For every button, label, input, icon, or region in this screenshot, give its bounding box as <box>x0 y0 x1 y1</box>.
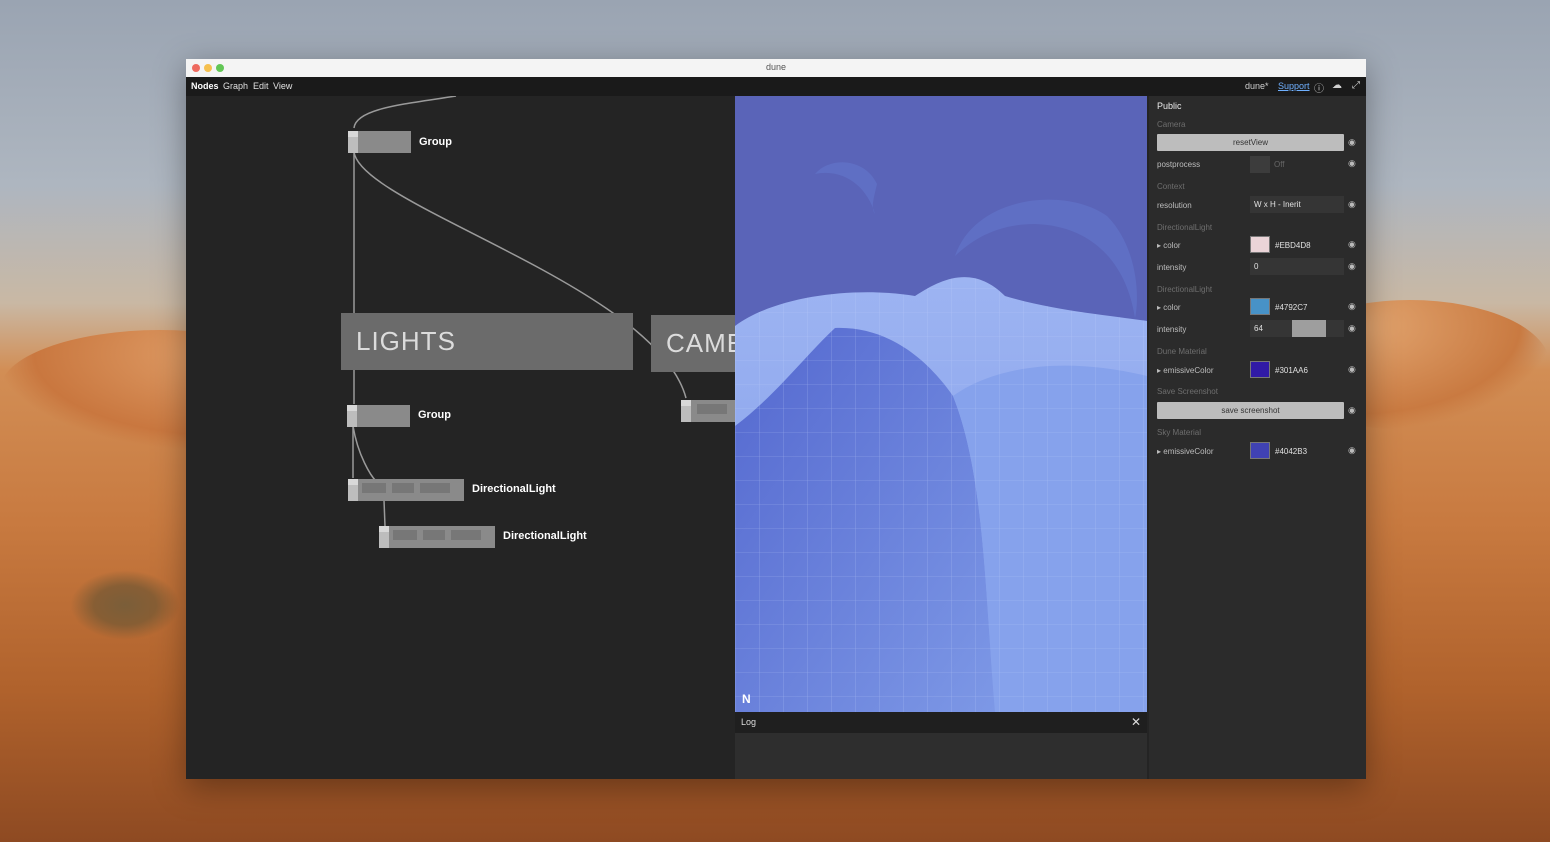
light2-intensity-slider[interactable] <box>1292 320 1326 337</box>
section-context: Context <box>1157 182 1185 191</box>
graph-wires <box>352 96 687 527</box>
light1-color-swatch[interactable] <box>1250 236 1270 253</box>
eye-icon[interactable]: ◉ <box>1348 405 1356 416</box>
sky-emissive-label: ▸ emissiveColor <box>1157 447 1214 456</box>
light1-color-value[interactable]: #EBD4D8 <box>1275 241 1311 250</box>
eye-icon[interactable]: ◉ <box>1348 199 1356 210</box>
node-param-strip <box>451 530 481 540</box>
eye-icon[interactable]: ◉ <box>1348 261 1356 272</box>
dune-emissive-value[interactable]: #301AA6 <box>1275 366 1308 375</box>
node-port-highlight <box>348 131 358 137</box>
small-moon <box>815 162 877 214</box>
render-viewport[interactable]: N <box>735 96 1147 712</box>
eye-icon[interactable]: ◉ <box>1348 301 1356 312</box>
cloud-icon[interactable]: ☁ <box>1332 80 1342 91</box>
group-node-1[interactable] <box>348 131 411 153</box>
directional-light-node-2-label: DirectionalLight <box>503 530 587 542</box>
light2-color-label: ▸ color <box>1157 303 1181 312</box>
title-bar: dune <box>186 59 1366 78</box>
directional-light-node-1[interactable] <box>348 479 464 501</box>
light2-color-value[interactable]: #4792C7 <box>1275 303 1307 312</box>
node-param-strip <box>423 530 445 540</box>
resolution-label: resolution <box>1157 201 1192 210</box>
section-sky-material: Sky Material <box>1157 428 1202 437</box>
light1-color-label: ▸ color <box>1157 241 1181 250</box>
node-param-strip <box>392 483 414 493</box>
eye-icon[interactable]: ◉ <box>1348 445 1356 456</box>
postprocess-label: postprocess <box>1157 160 1201 169</box>
panel-title: Public <box>1157 101 1182 111</box>
menu-bar: Nodes Graph Edit View dune* Support ⓘ ☁ … <box>186 77 1366 96</box>
node-param-strip <box>362 483 386 493</box>
dune-emissive-label: ▸ emissiveColor <box>1157 366 1214 375</box>
close-icon[interactable]: ✕ <box>1131 715 1141 729</box>
menu-graph[interactable]: Graph <box>223 81 248 91</box>
dune-emissive-swatch[interactable] <box>1250 361 1270 378</box>
eye-icon[interactable]: ◉ <box>1348 137 1356 148</box>
dune-scene <box>735 162 1147 712</box>
app-logo-icon: N <box>742 692 751 706</box>
info-icon[interactable]: ⓘ <box>1314 80 1324 95</box>
light2-color-label-text: color <box>1163 303 1181 312</box>
eye-icon[interactable]: ◉ <box>1348 158 1356 169</box>
node-param-strip <box>393 530 417 540</box>
log-panel: Log ✕ <box>735 712 1147 779</box>
node-port-highlight <box>379 526 389 532</box>
camera-node[interactable] <box>681 400 735 422</box>
support-link[interactable]: Support <box>1278 81 1310 91</box>
menu-edit[interactable]: Edit <box>253 81 269 91</box>
section-camera: Camera <box>1157 120 1186 129</box>
app-window: dune Nodes Graph Edit View dune* Support… <box>186 59 1366 779</box>
sky-emissive-label-text: emissiveColor <box>1163 447 1214 456</box>
camera-section[interactable]: CAMERA <box>651 315 735 372</box>
postprocess-toggle[interactable] <box>1250 156 1270 173</box>
node-param-strip <box>420 483 450 493</box>
section-dune-material: Dune Material <box>1157 347 1207 356</box>
project-name: dune* <box>1245 81 1269 91</box>
sky-emissive-swatch[interactable] <box>1250 442 1270 459</box>
lights-section[interactable]: LIGHTS <box>341 313 633 370</box>
directional-light-node-1-label: DirectionalLight <box>472 483 556 495</box>
resolution-select[interactable]: W x H - Inerit <box>1250 196 1344 213</box>
node-port-highlight <box>681 400 691 406</box>
postprocess-value: Off <box>1274 160 1285 169</box>
light1-intensity-field[interactable]: 0 <box>1250 258 1344 275</box>
log-header: Log ✕ <box>735 712 1147 733</box>
node-port-highlight <box>348 479 358 485</box>
eye-icon[interactable]: ◉ <box>1348 364 1356 375</box>
node-port-highlight <box>347 405 357 411</box>
node-param-strip <box>697 404 727 414</box>
parameters-panel: Public Camera resetView ◉ postprocess Of… <box>1149 96 1366 779</box>
light2-intensity-label: intensity <box>1157 325 1187 334</box>
window-title: dune <box>765 62 787 72</box>
eye-icon[interactable]: ◉ <box>1348 239 1356 250</box>
node-graph[interactable]: Group LIGHTS CAMERA Group DirectionalLig… <box>186 96 735 779</box>
section-directional-light-1: DirectionalLight <box>1157 223 1213 232</box>
reset-view-button[interactable]: resetView <box>1157 134 1344 151</box>
menu-nodes[interactable]: Nodes <box>191 81 219 91</box>
log-title: Log <box>741 717 757 727</box>
section-directional-light-2: DirectionalLight <box>1157 285 1213 294</box>
dune-emissive-label-text: emissiveColor <box>1163 366 1214 375</box>
background-bush <box>70 570 180 640</box>
eye-icon[interactable]: ◉ <box>1348 323 1356 334</box>
group-node-1-label: Group <box>419 136 452 148</box>
save-screenshot-button[interactable]: save screenshot <box>1157 402 1344 419</box>
menu-view[interactable]: View <box>273 81 292 91</box>
group-node-2-label: Group <box>418 409 451 421</box>
light1-color-label-text: color <box>1163 241 1181 250</box>
light2-color-swatch[interactable] <box>1250 298 1270 315</box>
section-save-screenshot: Save Screenshot <box>1157 387 1218 396</box>
light1-intensity-label: intensity <box>1157 263 1187 272</box>
directional-light-node-2[interactable] <box>379 526 495 548</box>
fullscreen-icon[interactable]: ⤢ <box>1352 80 1360 91</box>
sky-emissive-value[interactable]: #4042B3 <box>1275 447 1307 456</box>
group-node-2[interactable] <box>347 405 410 427</box>
